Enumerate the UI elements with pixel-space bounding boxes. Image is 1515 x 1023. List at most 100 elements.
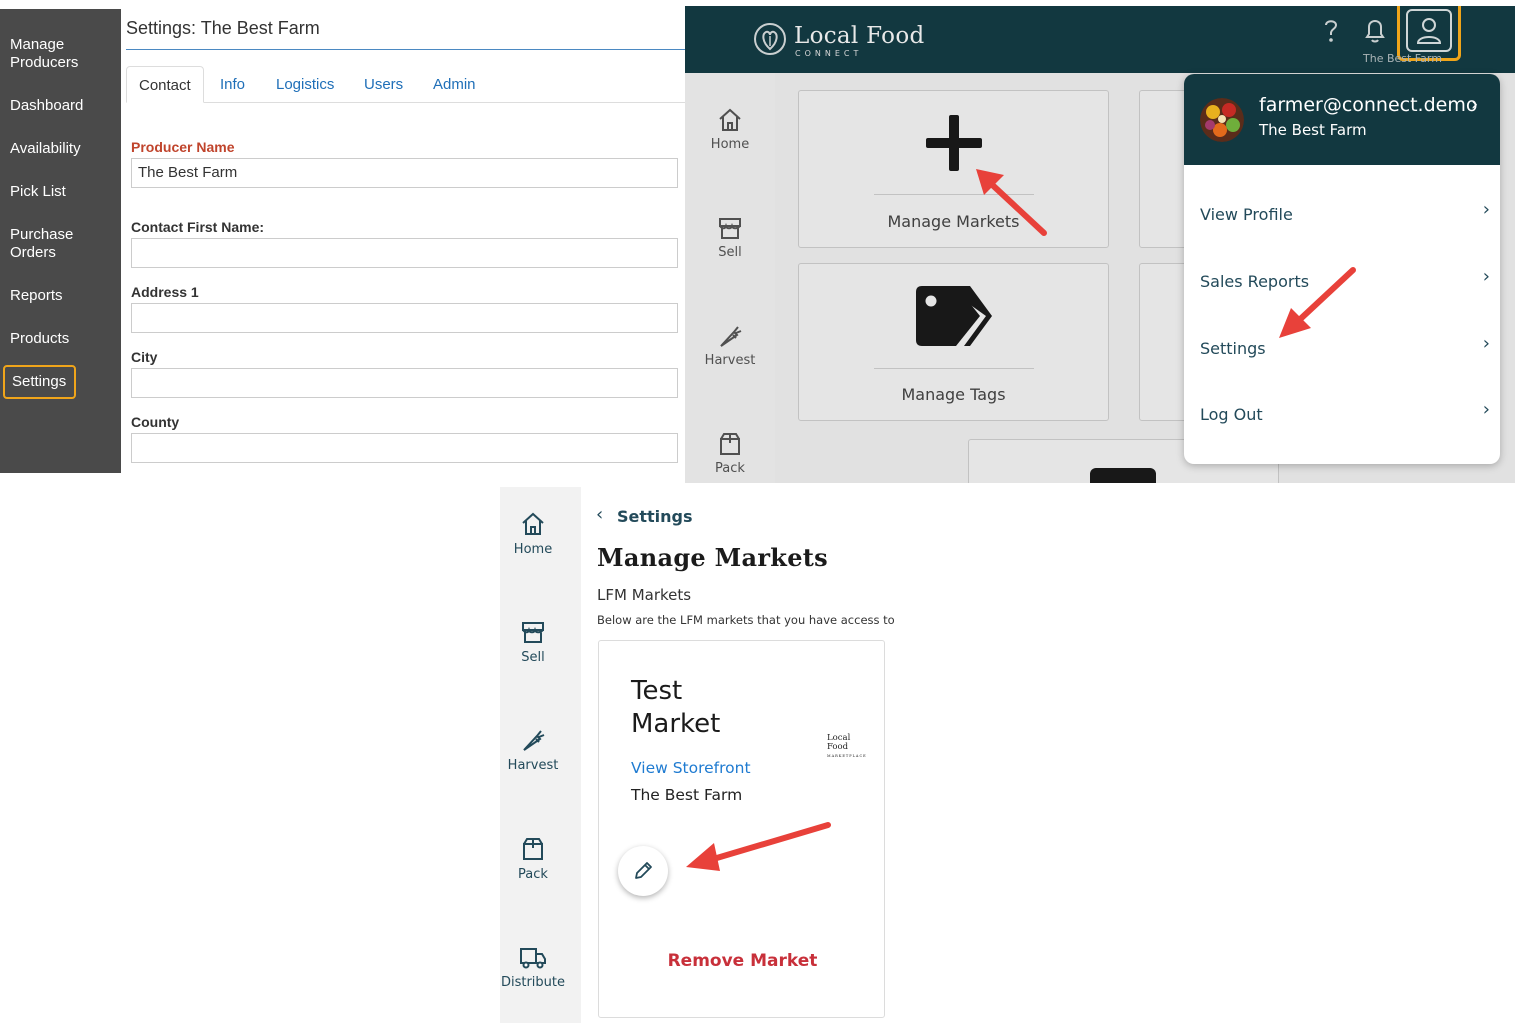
farm-avatar bbox=[1200, 98, 1244, 142]
page-title: Manage Markets bbox=[597, 543, 828, 572]
sidebar-label-home: Home bbox=[513, 542, 553, 557]
market-logo-subtext: MARKETPLACE bbox=[827, 754, 867, 758]
menu-item-view-profile[interactable]: View Profile › bbox=[1200, 199, 1490, 235]
user-farm-name: The Best Farm bbox=[1259, 121, 1367, 139]
box-icon bbox=[720, 433, 740, 455]
menu-item-log-out[interactable]: Log Out › bbox=[1200, 399, 1490, 435]
manage-tags-card[interactable]: Manage Tags bbox=[798, 263, 1109, 421]
chevron-right-icon: › bbox=[1471, 94, 1479, 115]
app-header: Local Food CONNECT The Best Farm bbox=[685, 6, 1515, 73]
sidebar-label-sell: Sell bbox=[718, 245, 742, 260]
address1-label: Address 1 bbox=[131, 284, 199, 300]
chevron-right-icon: › bbox=[1482, 199, 1490, 220]
sidebar-label-distribute: Distribute bbox=[500, 975, 566, 990]
user-icon-frame bbox=[1406, 9, 1452, 52]
tab-logistics[interactable]: Logistics bbox=[264, 66, 346, 103]
sidebar-item-distribute[interactable]: Distribute bbox=[500, 944, 566, 990]
remove-market-button[interactable]: Remove Market bbox=[599, 951, 886, 971]
menu-label-settings: Settings bbox=[1200, 339, 1266, 358]
tab-info[interactable]: Info bbox=[208, 66, 257, 103]
page-title: Settings: The Best Farm bbox=[126, 18, 320, 38]
sidebar-label-home: Home bbox=[710, 137, 750, 152]
chevron-right-icon: › bbox=[1482, 333, 1490, 354]
user-dropdown-menu: farmer@connect.demo The Best Farm › View… bbox=[1184, 74, 1500, 464]
chevron-right-icon: › bbox=[1482, 266, 1490, 287]
city-field[interactable] bbox=[131, 368, 678, 398]
user-email: farmer@connect.demo bbox=[1259, 94, 1478, 116]
legacy-sidebar: Manage Producers Dashboard Availability … bbox=[0, 9, 121, 473]
menu-item-sales-reports[interactable]: Sales Reports › bbox=[1200, 266, 1490, 302]
title-divider bbox=[126, 49, 685, 50]
home-icon bbox=[522, 512, 544, 535]
manage-markets-label: Manage Markets bbox=[887, 212, 1020, 231]
carrot-icon bbox=[523, 730, 545, 751]
sidebar-item-home[interactable]: Home bbox=[500, 511, 566, 557]
sidebar-label-harvest: Harvest bbox=[704, 353, 756, 368]
legacy-settings-panel: Manage Producers Dashboard Availability … bbox=[0, 0, 685, 473]
sidebar-item-home[interactable]: Home bbox=[685, 107, 775, 152]
manage-markets-card[interactable]: Manage Markets bbox=[798, 90, 1109, 248]
back-to-settings-link[interactable]: Settings bbox=[617, 507, 693, 526]
nav-manage-producers[interactable]: Manage Producers bbox=[10, 36, 114, 72]
tab-admin[interactable]: Admin bbox=[421, 66, 488, 103]
address1-field[interactable] bbox=[131, 303, 678, 333]
chevron-right-icon: › bbox=[1482, 399, 1490, 420]
producer-name-field[interactable]: The Best Farm bbox=[131, 158, 678, 188]
menu-label-sales-reports: Sales Reports bbox=[1200, 272, 1310, 291]
card-icon-fragment bbox=[1090, 468, 1156, 483]
sidebar-item-sell[interactable]: Sell bbox=[685, 215, 775, 260]
view-storefront-link[interactable]: View Storefront bbox=[631, 759, 751, 777]
manage-tags-label: Manage Tags bbox=[901, 385, 1006, 404]
nav-purchase-orders[interactable]: Purchase Orders bbox=[10, 226, 114, 262]
settings-tabs: Contact Info Logistics Users Admin bbox=[126, 66, 685, 103]
nav-settings[interactable]: Settings bbox=[3, 365, 76, 399]
sidebar-label-sell: Sell bbox=[521, 650, 545, 665]
edit-market-button[interactable] bbox=[618, 846, 668, 896]
local-food-logo-icon[interactable] bbox=[753, 22, 787, 56]
box-icon bbox=[523, 838, 543, 860]
contact-first-name-field[interactable] bbox=[131, 238, 678, 268]
sidebar-item-pack[interactable]: Pack bbox=[500, 836, 566, 882]
nav-availability[interactable]: Availability bbox=[10, 140, 114, 158]
market-card: Test Market Local Food MARKETPLACE View … bbox=[598, 640, 885, 1018]
app-sidebar: Home Sell Harvest Pack bbox=[685, 73, 775, 483]
county-field[interactable] bbox=[131, 433, 678, 463]
producer-name-label: Producer Name bbox=[131, 139, 235, 155]
brand-name: Local Food bbox=[794, 23, 925, 49]
county-label: County bbox=[131, 414, 180, 430]
bell-icon[interactable] bbox=[1362, 16, 1388, 46]
nav-pick-list[interactable]: Pick List bbox=[10, 183, 114, 201]
pencil-icon bbox=[635, 862, 652, 879]
storefront-icon bbox=[719, 218, 741, 239]
menu-label-view-profile: View Profile bbox=[1200, 205, 1293, 224]
menu-label-log-out: Log Out bbox=[1200, 405, 1263, 424]
carrot-icon bbox=[720, 326, 742, 347]
sidebar-item-pack[interactable]: Pack bbox=[685, 431, 775, 476]
section-subtitle: LFM Markets bbox=[597, 586, 692, 604]
nav-products[interactable]: Products bbox=[10, 330, 114, 348]
sidebar-item-sell[interactable]: Sell bbox=[500, 619, 566, 665]
chevron-left-icon[interactable]: ‹ bbox=[596, 504, 603, 525]
tab-users[interactable]: Users bbox=[352, 66, 415, 103]
nav-dashboard[interactable]: Dashboard bbox=[10, 97, 114, 115]
sidebar-label-pack: Pack bbox=[518, 867, 548, 882]
card-divider bbox=[874, 368, 1034, 369]
tab-contact[interactable]: Contact bbox=[126, 66, 204, 103]
menu-item-settings[interactable]: Settings › bbox=[1200, 333, 1490, 369]
user-menu-header[interactable]: farmer@connect.demo The Best Farm › bbox=[1184, 74, 1500, 165]
manage-markets-panel: Home Sell Harvest Pack Distribute ‹ Sett… bbox=[500, 487, 920, 1023]
sidebar-item-harvest[interactable]: Harvest bbox=[500, 727, 566, 773]
sidebar-label-harvest: Harvest bbox=[507, 758, 559, 773]
city-label: City bbox=[131, 349, 158, 365]
market-name: Test Market bbox=[631, 676, 721, 739]
produce-avatar-icon bbox=[1200, 98, 1244, 142]
app-menu-panel: Local Food CONNECT The Best Farm Home Se… bbox=[685, 6, 1515, 483]
sidebar-item-harvest[interactable]: Harvest bbox=[685, 323, 775, 368]
home-icon bbox=[719, 108, 741, 131]
markets-sidebar: Home Sell Harvest Pack Distribute bbox=[500, 487, 581, 1023]
help-icon[interactable] bbox=[1318, 16, 1344, 46]
brand-subtitle: CONNECT bbox=[795, 49, 863, 58]
nav-reports[interactable]: Reports bbox=[10, 287, 114, 305]
user-icon bbox=[1416, 18, 1442, 44]
storefront-icon bbox=[522, 622, 544, 643]
